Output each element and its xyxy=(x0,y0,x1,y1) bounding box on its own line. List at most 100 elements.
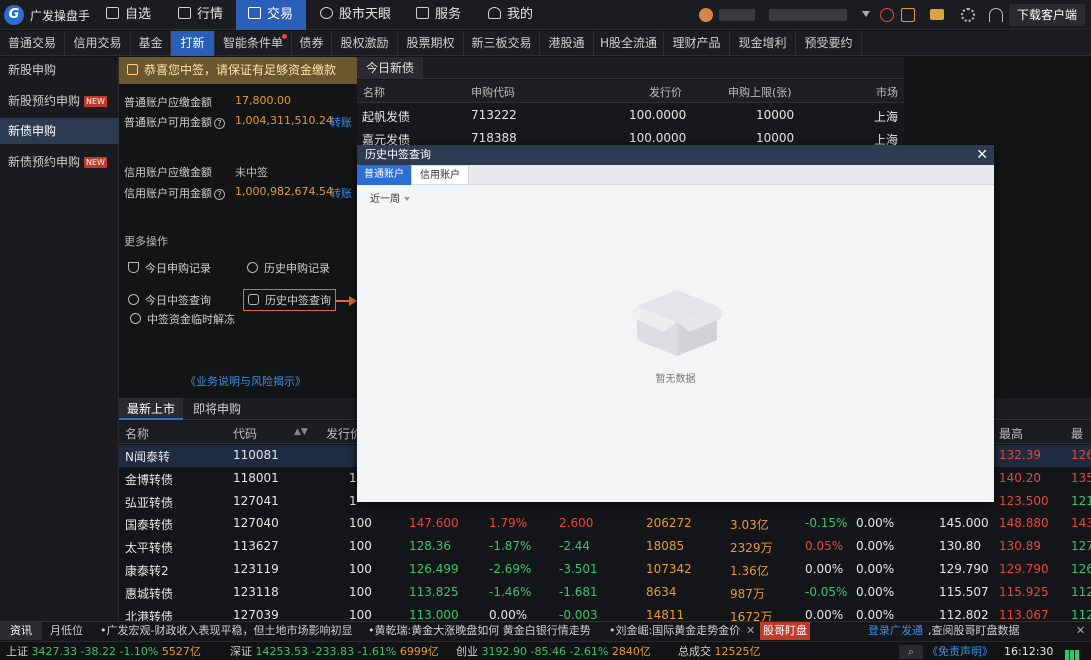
tab-upcoming[interactable]: 即将申购 xyxy=(185,398,249,420)
news-item[interactable]: •黄乾瑞:黄金大涨晚盘如何 黄金白银行情走势 xyxy=(368,622,591,640)
cell-c9: 0.05% xyxy=(805,539,844,554)
tab-hk-connect[interactable]: 港股通 xyxy=(540,31,594,56)
sidebar-item-stock-preorder[interactable]: 新股预约申购 NEW xyxy=(0,88,119,114)
nav-eye[interactable]: 股市天眼 xyxy=(320,0,400,30)
table-row[interactable]: 国泰转债 127040 100 147.600 1.79% 2.600 206272 3.03… xyxy=(119,513,1091,535)
col-market[interactable]: 市场 xyxy=(876,84,898,100)
tab-tender-offer[interactable]: 预受要约 xyxy=(796,31,862,56)
highlight-box xyxy=(243,289,336,311)
download-client-button[interactable]: 下载客户端 xyxy=(1009,4,1085,26)
transfer-link[interactable]: 转账 xyxy=(330,114,352,130)
nav-market[interactable]: 行情 xyxy=(178,0,234,30)
index-amount: 2840亿 xyxy=(611,645,651,658)
col-code[interactable]: 申购代码 xyxy=(471,84,515,100)
sidebar-item-bond-preorder[interactable]: 新债预约申购 NEW xyxy=(0,149,119,175)
table-row[interactable]: 惠城转债 123118 100 113.825 -1.46% -1.681 8634 987万… xyxy=(119,582,1091,604)
avatar[interactable] xyxy=(699,8,713,22)
option-label: 今日申购记录 xyxy=(145,262,211,275)
tab-ipo[interactable]: 打新 xyxy=(171,31,215,56)
win-notice-banner: 恭喜您中签，请保证有足够资金缴款 xyxy=(119,57,357,84)
tab-today-bond[interactable]: 今日新债 xyxy=(357,57,423,79)
sort-icon[interactable]: ▲▼ xyxy=(294,427,308,437)
search-icon[interactable]: ⌕ xyxy=(899,645,923,659)
app-logo-icon: G xyxy=(4,5,24,25)
table-row[interactable]: 康泰转2 123119 100 126.499 -2.69% -3.501 107342 1.… xyxy=(119,559,1091,581)
table-row[interactable]: 太平转债 113627 100 128.36 -1.87% -2.44 18085 2329万… xyxy=(119,536,1091,558)
col-limit[interactable]: 申购上限(张) xyxy=(728,84,792,100)
user-icon xyxy=(488,7,501,19)
tab-h-share[interactable]: H股全流通 xyxy=(594,31,664,56)
tab-equity-incentive[interactable]: 股权激励 xyxy=(332,31,398,56)
tab-normal-account[interactable]: 普通账户 xyxy=(357,165,411,185)
index-cy[interactable]: 创业 3192.90 -85.46 -2.61% 2840亿 xyxy=(456,642,651,660)
wallet-icon[interactable] xyxy=(930,9,944,20)
wifi-icon xyxy=(1064,647,1079,660)
cell-low: 112.5 xyxy=(1071,607,1091,622)
tab-month-low[interactable]: 月低位 xyxy=(50,622,83,640)
tab-credit-trade[interactable]: 信用交易 xyxy=(65,31,131,56)
today-win-query[interactable]: 今日中签查询 xyxy=(128,292,211,308)
col-name[interactable]: 名称 xyxy=(363,84,385,100)
tab-fund[interactable]: 基金 xyxy=(131,31,171,56)
tab-credit-account[interactable]: 信用账户 xyxy=(411,165,469,185)
nav-watchlist[interactable]: 自选 xyxy=(106,0,166,30)
news-item[interactable]: •刘金崛:国际黄金走势金价 xyxy=(609,622,740,640)
cell-c9: -0.15% xyxy=(805,516,848,531)
cell-name: 金博转债 xyxy=(125,472,174,487)
credit-transfer-link[interactable]: 转账 xyxy=(330,185,352,201)
nav-trade[interactable]: 交易 xyxy=(236,0,306,30)
index-sh[interactable]: 上证 3427.33 -38.22 -1.10% 5527亿 xyxy=(6,642,201,660)
range-value: 近一周 xyxy=(370,194,400,205)
help-icon[interactable]: ? xyxy=(214,118,225,129)
tab-smart-order[interactable]: 智能条件单 xyxy=(215,31,292,56)
close-icon[interactable]: ✕ xyxy=(746,622,755,640)
nav-service[interactable]: 服务 xyxy=(416,0,480,30)
close-icon[interactable]: ✕ xyxy=(1076,622,1085,640)
cell-low: 143.0 xyxy=(1071,516,1091,531)
cell-c4: 113.000 xyxy=(409,607,459,622)
range-select[interactable]: 近一周 xyxy=(370,190,410,205)
sidebar-item-new-bond[interactable]: 新债申购 xyxy=(0,118,119,144)
index-label: 上证 xyxy=(6,645,28,658)
lock-icon[interactable] xyxy=(901,8,915,22)
gear-icon[interactable] xyxy=(961,8,975,22)
sidebar-item-new-stock[interactable]: 新股申购 xyxy=(0,57,119,83)
tab-news[interactable]: 资讯 xyxy=(0,622,42,640)
cell-c4: 147.600 xyxy=(409,516,459,531)
nav-mine[interactable]: 我的 xyxy=(488,0,548,30)
stock-watch-tag[interactable]: 股哥盯盘 xyxy=(760,622,810,640)
cell-c11: 129.790 xyxy=(939,562,989,576)
power-icon[interactable] xyxy=(880,8,894,22)
new-badge: NEW xyxy=(84,157,107,168)
notice-text: 恭喜您中签，请保证有足够资金缴款 xyxy=(144,63,337,77)
tab-latest-listed[interactable]: 最新上市 xyxy=(119,398,183,420)
headset-icon[interactable] xyxy=(989,8,1003,22)
close-icon[interactable]: ✕ xyxy=(976,145,988,165)
cell-c7: 14811 xyxy=(646,607,685,622)
cell-price: 100.0000 xyxy=(629,108,687,122)
col-price[interactable]: 发行价 xyxy=(649,84,682,100)
tab-cash-plus[interactable]: 现金增利 xyxy=(730,31,796,56)
index-change: -233.83 xyxy=(311,645,354,658)
tab-neeq[interactable]: 新三板交易 xyxy=(464,31,540,56)
help-icon[interactable]: ? xyxy=(214,189,225,200)
col-code[interactable]: 代码 xyxy=(233,425,257,442)
col-name[interactable]: 名称 xyxy=(125,425,149,442)
unfreeze-funds[interactable]: 中签资金临时解冻 xyxy=(130,311,235,327)
history-apply-record[interactable]: 历史申购记录 xyxy=(247,260,330,276)
business-risk-link[interactable]: 《业务说明与风险揭示》 xyxy=(185,373,306,389)
news-item[interactable]: •广发宏观-财政收入表现平稳，但土地市场影响初显 xyxy=(100,622,352,640)
tab-normal-trade[interactable]: 普通交易 xyxy=(0,31,65,56)
col-high[interactable]: 最高 xyxy=(999,425,1023,442)
sidebar-item-label: 新股预约申购 xyxy=(8,94,81,108)
today-apply-record[interactable]: 今日申购记录 xyxy=(128,260,211,276)
account-dropdown-icon[interactable] xyxy=(862,11,870,17)
index-sz[interactable]: 深证 14253.53 -233.83 -1.61% 6999亿 xyxy=(230,642,439,660)
tab-bond[interactable]: 债券 xyxy=(292,31,332,56)
cell-high: 130.89 xyxy=(999,539,1041,554)
tab-stock-options[interactable]: 股票期权 xyxy=(398,31,464,56)
tab-wealth[interactable]: 理财产品 xyxy=(664,31,730,56)
disclaimer-link[interactable]: 《免责声明》 xyxy=(927,642,993,660)
login-link[interactable]: 登录广发通 xyxy=(868,622,923,640)
cell-high: 140.20 xyxy=(999,470,1041,485)
